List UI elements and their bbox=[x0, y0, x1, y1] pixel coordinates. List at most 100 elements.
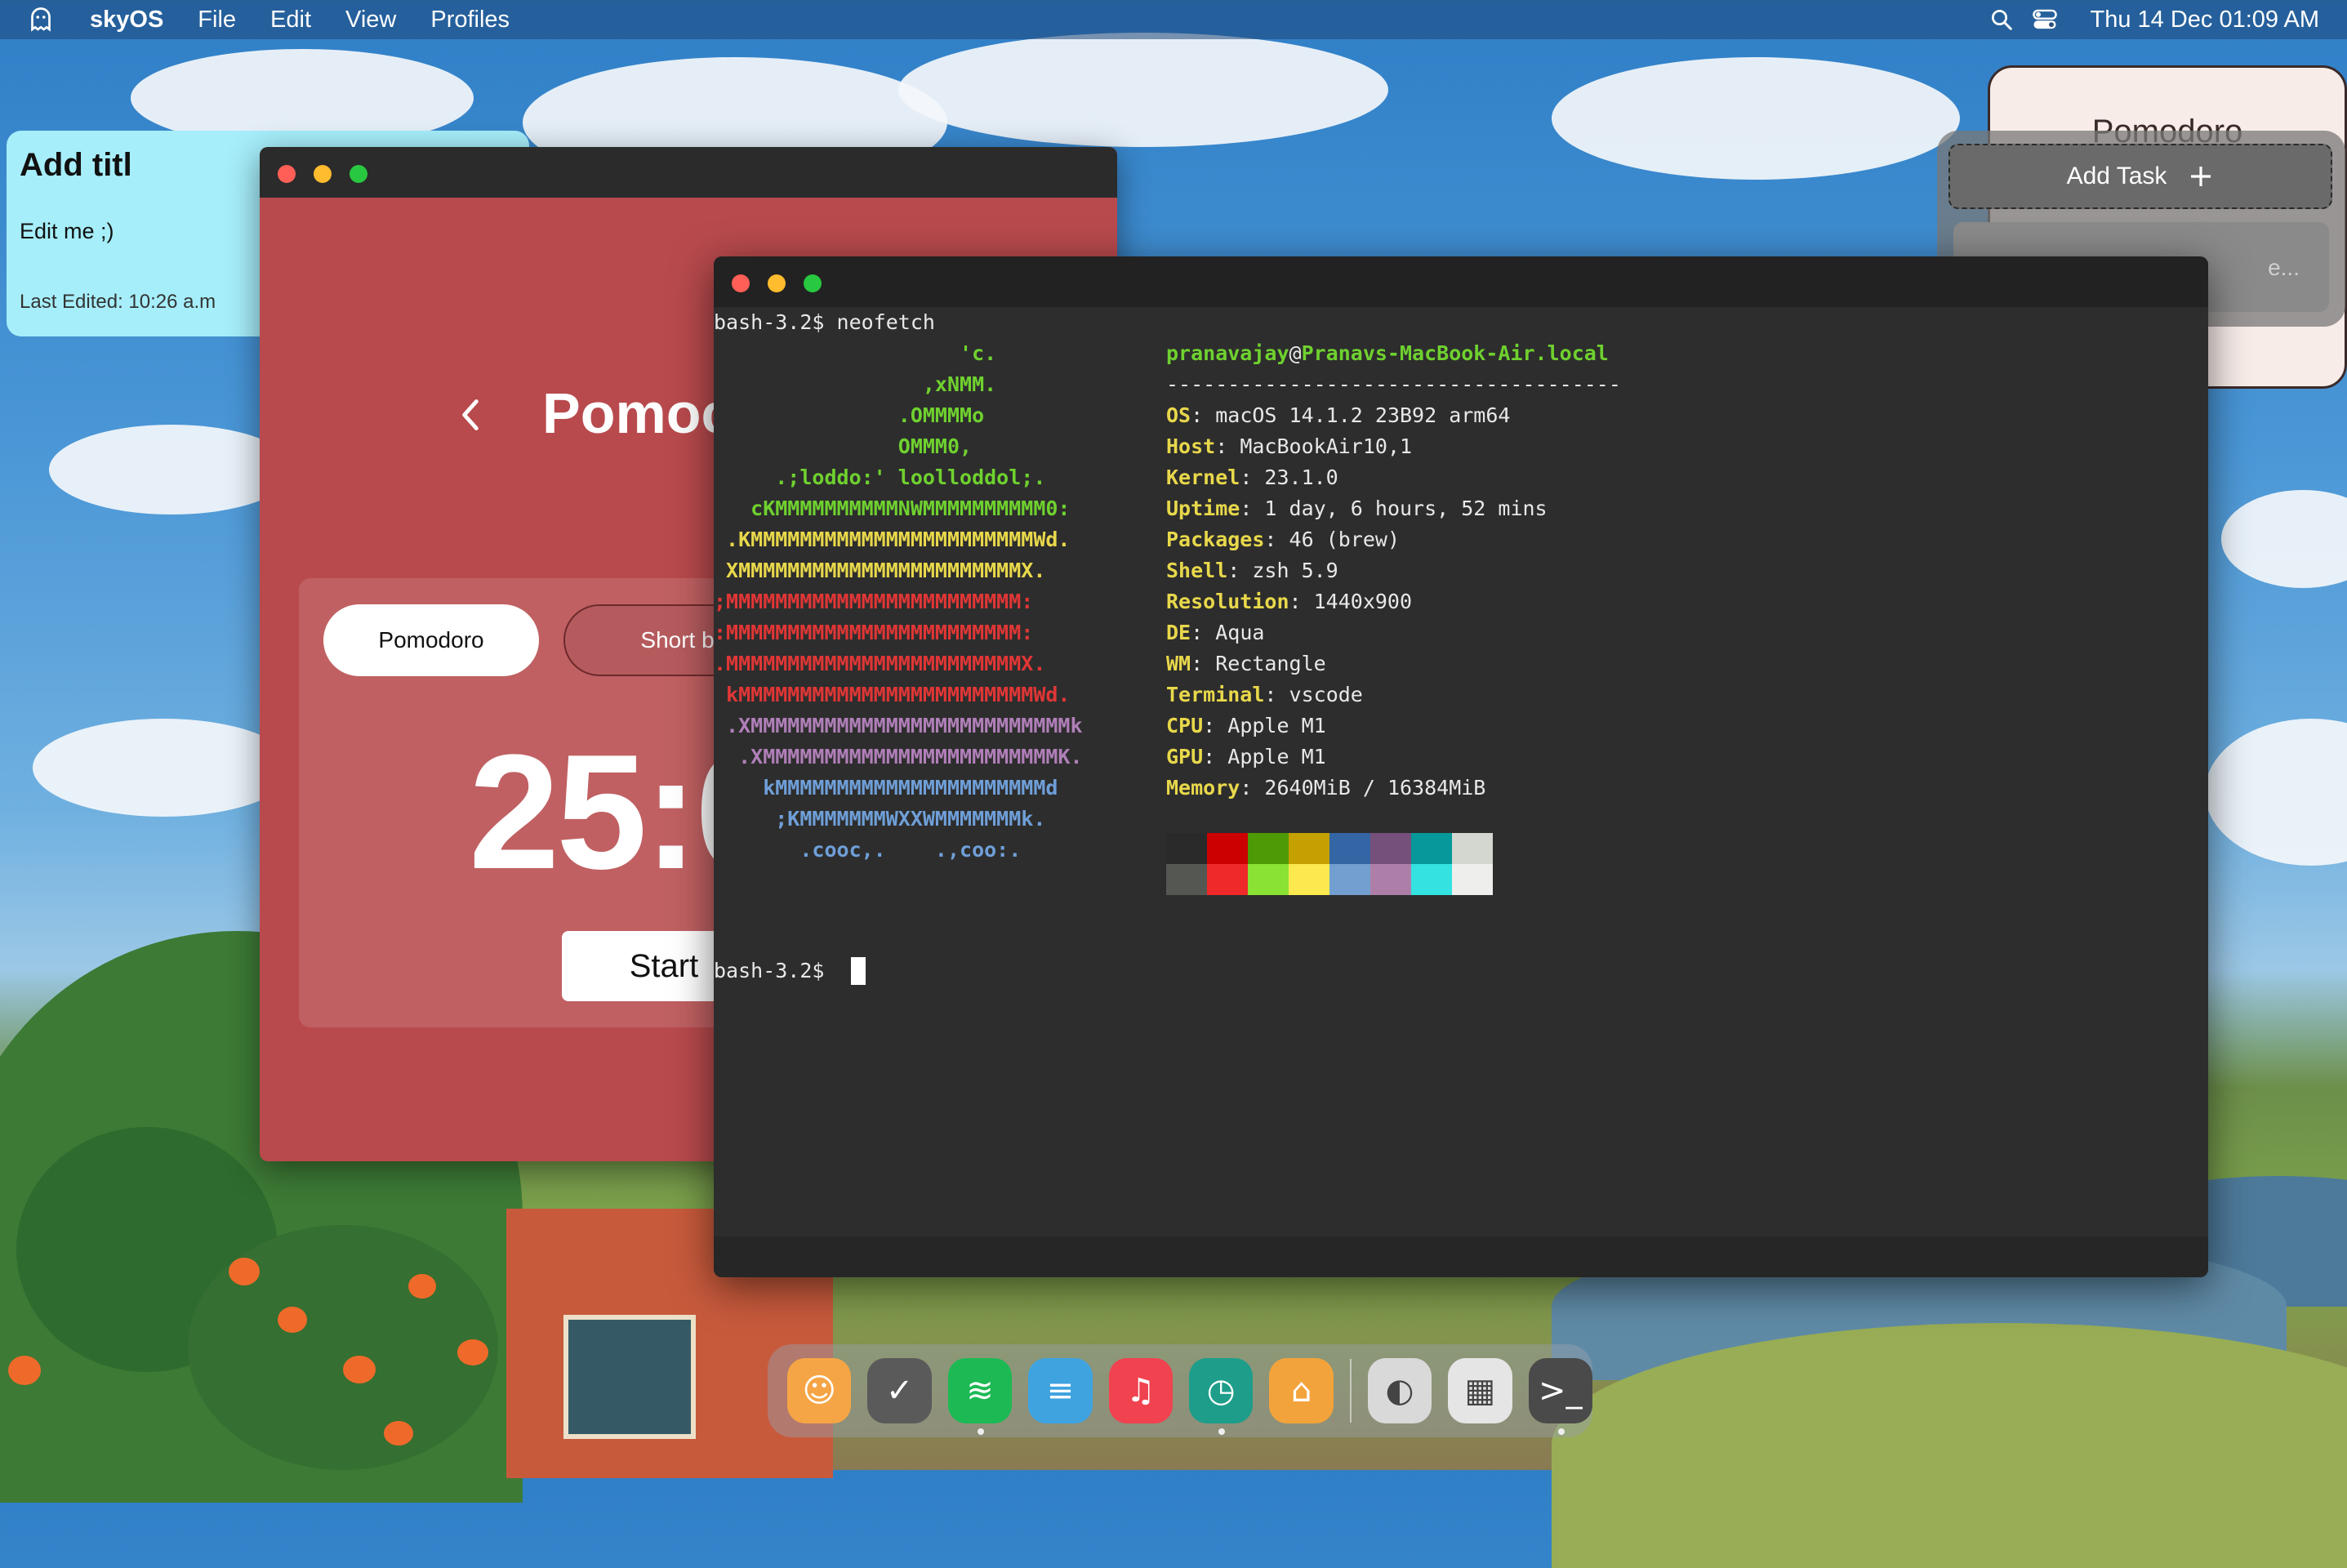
info-key: Host bbox=[1166, 434, 1216, 458]
color-swatch bbox=[1411, 864, 1452, 895]
neofetch-info-row: Resolution: 1440x900 bbox=[1166, 590, 1413, 613]
ascii-line: OMMM0, bbox=[714, 434, 973, 458]
neofetch-user: pranavajay bbox=[1166, 341, 1289, 365]
barn-window bbox=[563, 1315, 696, 1439]
running-indicator bbox=[1218, 1428, 1226, 1435]
neofetch-info-row: GPU: Apple M1 bbox=[1166, 745, 1326, 768]
launchpad-app-icon[interactable]: ▦ bbox=[1448, 1358, 1512, 1423]
ascii-line: kMMMMMMMMMMMMMMMMMMMMMMMMWd. bbox=[714, 683, 1071, 706]
app-glyph: ✓ bbox=[885, 1372, 914, 1410]
info-key: Kernel bbox=[1166, 466, 1240, 489]
add-task-button[interactable]: Add Task bbox=[1948, 144, 2332, 209]
info-key: Packages bbox=[1166, 528, 1265, 551]
color-swatch bbox=[1289, 833, 1329, 864]
close-button[interactable] bbox=[278, 165, 296, 183]
info-key: Uptime bbox=[1166, 497, 1240, 520]
neofetch-info-row: Terminal: vscode bbox=[1166, 683, 1363, 706]
neofetch-info-row: CPU: Apple M1 bbox=[1166, 714, 1326, 737]
app-glyph: ◐ bbox=[1385, 1372, 1414, 1410]
note-title[interactable]: Add titl bbox=[20, 147, 132, 184]
info-value: Apple M1 bbox=[1215, 714, 1326, 737]
dock-separator bbox=[1349, 1359, 1352, 1423]
maximize-button[interactable] bbox=[804, 274, 822, 292]
app-glyph: >_ bbox=[1539, 1372, 1583, 1410]
settings-toggle-app-icon[interactable]: ◐ bbox=[1367, 1358, 1432, 1423]
menu-profiles[interactable]: Profiles bbox=[430, 7, 510, 33]
neofetch-info-row: Host: MacBookAir10,1 bbox=[1166, 434, 1413, 458]
info-key: Resolution bbox=[1166, 590, 1289, 613]
menu-view[interactable]: View bbox=[345, 7, 396, 33]
neofetch-info-row: Packages: 46 (brew) bbox=[1166, 528, 1400, 551]
neofetch-host: Pranavs-MacBook-Air.local bbox=[1301, 341, 1609, 365]
ascii-line: .XMMMMMMMMMMMMMMMMMMMMMMMMMMk bbox=[714, 714, 1083, 737]
app-glyph: ▦ bbox=[1464, 1372, 1496, 1410]
text-cursor bbox=[851, 957, 866, 985]
ascii-line: ;MMMMMMMMMMMMMMMMMMMMMMMM: bbox=[714, 590, 1034, 613]
clock-app-icon[interactable]: ◷ bbox=[1189, 1358, 1254, 1435]
maximize-button[interactable] bbox=[350, 165, 367, 183]
menu-edit[interactable]: Edit bbox=[270, 7, 311, 33]
terminal-titlebar[interactable] bbox=[714, 256, 2208, 307]
app-brand[interactable]: skyOS bbox=[90, 7, 163, 33]
info-value: Aqua bbox=[1203, 621, 1265, 644]
ghost-icon[interactable] bbox=[26, 5, 56, 34]
color-swatch bbox=[1166, 864, 1207, 895]
color-swatch bbox=[1370, 833, 1411, 864]
dock: ☺ ✓ ≋ ≡ ♫ ◷ ⌂ ◐ ▦ >_ bbox=[768, 1344, 1593, 1437]
terminal-app-icon[interactable]: >_ bbox=[1528, 1358, 1593, 1435]
ascii-line: .;loddo:' loolloddol;. bbox=[714, 466, 1046, 489]
neofetch-header: pranavajay@Pranavs-MacBook-Air.local bbox=[1166, 341, 1609, 365]
ascii-line: 'c. bbox=[714, 341, 997, 365]
menu-clock[interactable]: Thu 14 Dec 01:09 AM bbox=[2091, 7, 2320, 33]
info-value: 46 (brew) bbox=[1276, 528, 1400, 551]
app-glyph: ♫ bbox=[1125, 1372, 1156, 1410]
info-value: zsh 5.9 bbox=[1240, 559, 1338, 582]
close-button[interactable] bbox=[732, 274, 750, 292]
finder-app-icon[interactable]: ☺ bbox=[787, 1358, 852, 1423]
app-store-icon[interactable]: ⌂ bbox=[1269, 1358, 1334, 1423]
color-swatch bbox=[1248, 864, 1289, 895]
info-value: MacBookAir10,1 bbox=[1227, 434, 1413, 458]
notes-clipboard-app-icon[interactable]: ✓ bbox=[867, 1358, 932, 1423]
running-indicator bbox=[1557, 1428, 1565, 1435]
app-glyph: ◷ bbox=[1206, 1372, 1236, 1410]
color-swatch bbox=[1207, 833, 1248, 864]
control-center-icon[interactable] bbox=[2032, 7, 2058, 32]
terminal-command-line: bash-3.2$ neofetch bbox=[714, 310, 935, 334]
plus-icon bbox=[2191, 167, 2211, 186]
tab-pomodoro[interactable]: Pomodoro bbox=[323, 604, 539, 676]
info-key: WM bbox=[1166, 652, 1191, 675]
ascii-line: XMMMMMMMMMMMMMMMMMMMMMMMX. bbox=[714, 559, 1046, 582]
neofetch-info-row: Memory: 2640MiB / 16384MiB bbox=[1166, 776, 1486, 800]
terminal-prompt: bash-3.2$ bbox=[714, 959, 837, 982]
ascii-line: :MMMMMMMMMMMMMMMMMMMMMMMM: bbox=[714, 621, 1034, 644]
app-glyph: ≡ bbox=[1046, 1372, 1075, 1410]
note-body[interactable]: Edit me ;) bbox=[20, 219, 114, 244]
neofetch-info-row: WM: Rectangle bbox=[1166, 652, 1326, 675]
info-value: 2640MiB / 16384MiB bbox=[1252, 776, 1486, 800]
app-glyph: ☺ bbox=[802, 1372, 837, 1410]
pomodoro-title: Pomoc bbox=[542, 381, 733, 445]
info-key: Shell bbox=[1166, 559, 1228, 582]
terminal-window[interactable]: bash-3.2$ neofetch 'c. ,xNMM. .OMMMMo OM… bbox=[714, 256, 2208, 1277]
text-editor-app-icon[interactable]: ≡ bbox=[1028, 1358, 1093, 1423]
neofetch-info-row: Shell: zsh 5.9 bbox=[1166, 559, 1338, 582]
info-value: Rectangle bbox=[1203, 652, 1326, 675]
neofetch-separator: ------------------------------------- bbox=[1166, 372, 1621, 396]
color-swatch bbox=[1329, 833, 1370, 864]
search-icon[interactable] bbox=[1989, 7, 2014, 32]
spotify-app-icon[interactable]: ≋ bbox=[947, 1358, 1013, 1435]
menu-file[interactable]: File bbox=[198, 7, 236, 33]
info-key: DE bbox=[1166, 621, 1191, 644]
neofetch-info-row: DE: Aqua bbox=[1166, 621, 1265, 644]
color-swatch bbox=[1452, 864, 1493, 895]
pomodoro-titlebar[interactable] bbox=[260, 147, 1117, 198]
minimize-button[interactable] bbox=[314, 165, 332, 183]
neofetch-info-row: OS: macOS 14.1.2 23B92 arm64 bbox=[1166, 403, 1511, 427]
chevron-left-icon[interactable] bbox=[459, 397, 482, 433]
neofetch-info-row: Kernel: 23.1.0 bbox=[1166, 466, 1338, 489]
ascii-line: kMMMMMMMMMMMMMMMMMMMMMMd bbox=[714, 776, 1058, 800]
minimize-button[interactable] bbox=[768, 274, 786, 292]
color-swatch bbox=[1248, 833, 1289, 864]
music-app-icon[interactable]: ♫ bbox=[1108, 1358, 1174, 1423]
